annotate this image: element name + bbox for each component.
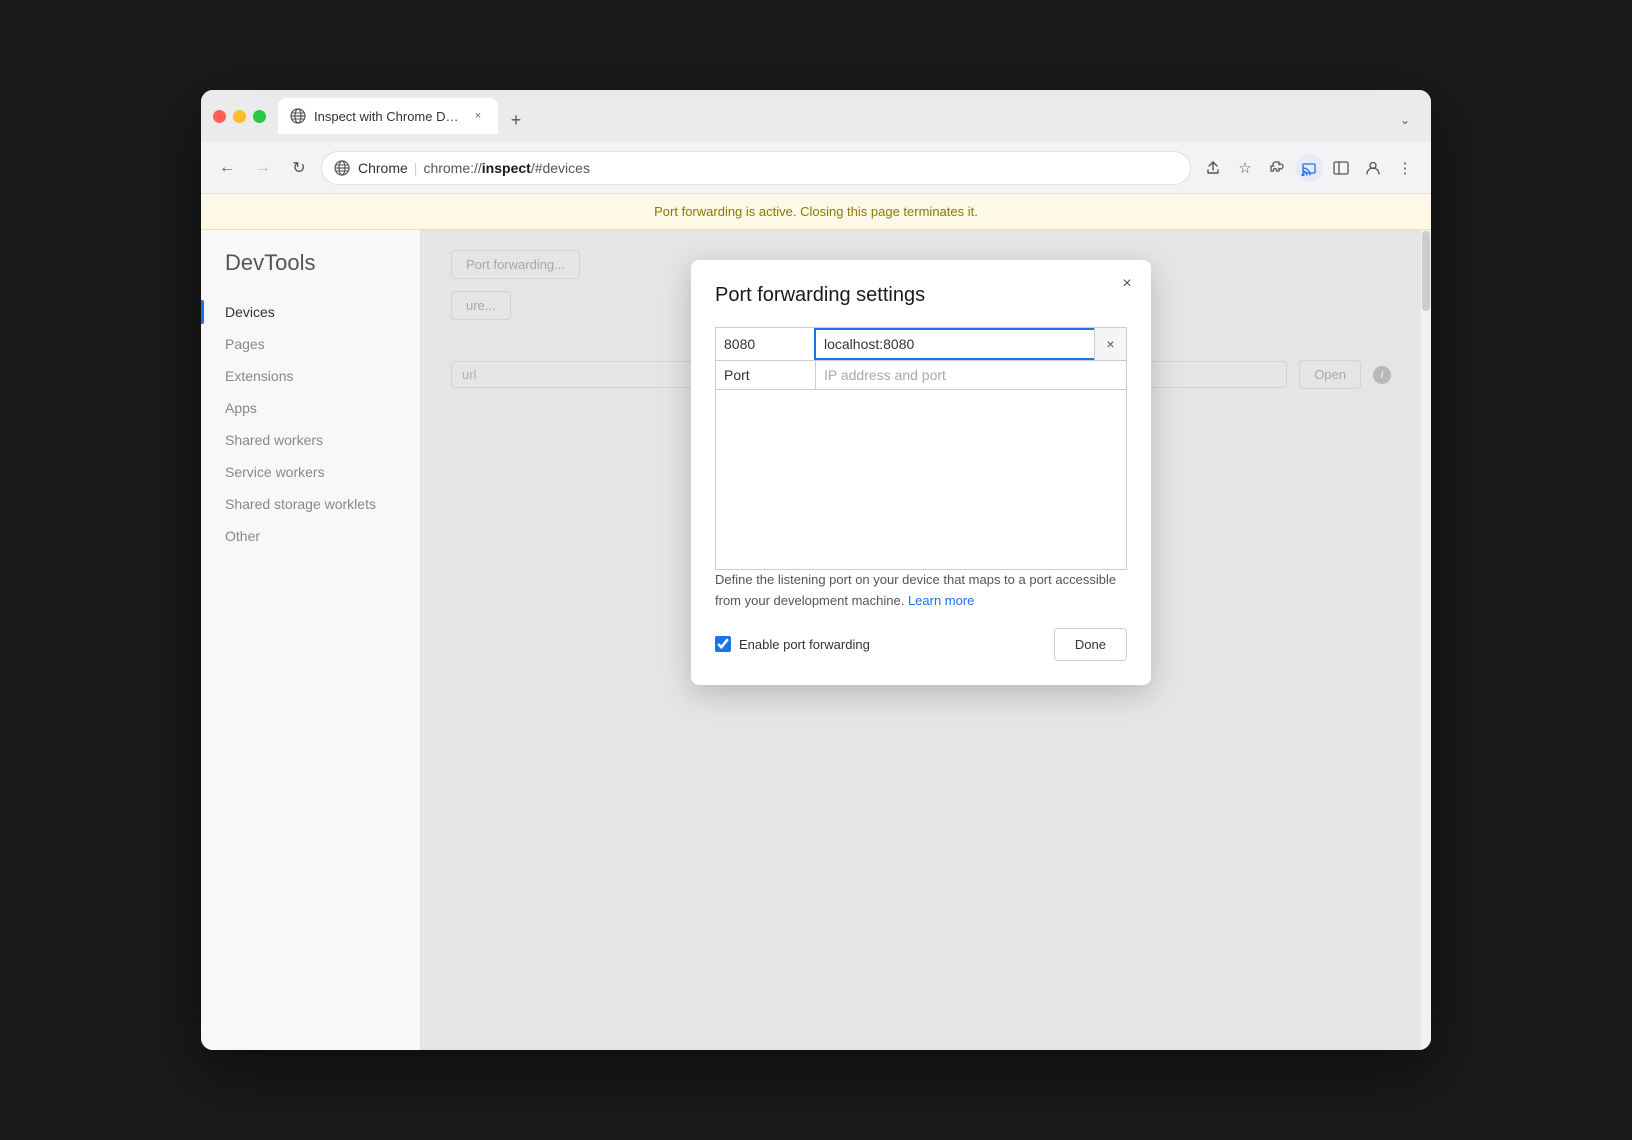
refresh-button[interactable]: ↻ [285,154,313,182]
scrollbar[interactable] [1421,230,1431,1050]
port-forwarding-modal: × Port forwarding settings 8080 × [691,260,1151,685]
modal-overlay: × Port forwarding settings 8080 × [421,230,1421,1050]
address-path: /#devices [531,160,590,176]
sidebar-item-devices[interactable]: Devices [201,296,420,328]
modal-description: Define the listening port on your device… [715,570,1127,612]
back-button[interactable]: ← [213,154,241,182]
navigation-bar: ← → ↻ Chrome | chrome://inspect/#devices [201,142,1431,194]
sidebar-item-service-workers[interactable]: Service workers [201,456,420,488]
forward-button[interactable]: → [249,154,277,182]
checkbox-label-text: Enable port forwarding [739,637,870,652]
scrollbar-thumb[interactable] [1422,231,1430,311]
sidebar-item-extensions[interactable]: Extensions [201,360,420,392]
modal-close-button[interactable]: × [1115,272,1139,296]
address-scheme: chrome:// [423,160,481,176]
bookmark-button[interactable]: ☆ [1231,154,1259,182]
address-bar[interactable]: Chrome | chrome://inspect/#devices [321,151,1191,185]
tab-close-button[interactable]: × [470,108,486,124]
sidebar-item-shared-storage-worklets[interactable]: Shared storage worklets [201,488,420,520]
profile-button[interactable] [1359,154,1387,182]
page-content: Port forwarding... ure... Open i × Port [421,230,1421,1050]
sidebar-item-other[interactable]: Other [201,520,420,552]
title-bar: Inspect with Chrome Develope × + ⌄ [201,90,1431,142]
address-host: inspect [482,160,531,176]
sidebar: DevTools Devices Pages Extensions Apps S… [201,230,421,1050]
tab-bar: Inspect with Chrome Develope × + ⌄ [278,98,1419,134]
enable-port-forwarding-checkbox[interactable] [715,636,731,652]
new-tab-button[interactable]: + [502,106,530,134]
port-forwarding-table: 8080 × Port IP address and port [715,327,1127,570]
cast-button[interactable] [1295,154,1323,182]
main-content: DevTools Devices Pages Extensions Apps S… [201,230,1431,1050]
enable-port-forwarding-label[interactable]: Enable port forwarding [715,636,870,652]
pf-port-header: Port [716,361,816,389]
pf-address-cell [816,330,1094,358]
address-text: Chrome | chrome://inspect/#devices [358,160,590,176]
pf-address-header: IP address and port [816,361,1126,389]
sidebar-item-shared-workers[interactable]: Shared workers [201,424,420,456]
address-favicon-icon [334,160,350,176]
sidebar-nav: Devices Pages Extensions Apps Shared wor… [201,296,420,552]
address-site-name: Chrome [358,160,408,176]
learn-more-link[interactable]: Learn more [908,593,974,608]
menu-button[interactable]: ⋮ [1391,154,1419,182]
done-button[interactable]: Done [1054,628,1127,661]
traffic-lights [213,110,266,123]
sidebar-title: DevTools [201,250,420,296]
browser-window: Inspect with Chrome Develope × + ⌄ ← → ↻… [201,90,1431,1050]
info-bar-message: Port forwarding is active. Closing this … [654,204,978,219]
sidebar-toggle-button[interactable] [1327,154,1355,182]
modal-title: Port forwarding settings [715,284,1127,307]
pf-address-input[interactable] [816,330,1094,358]
sidebar-item-pages[interactable]: Pages [201,328,420,360]
tab-title: Inspect with Chrome Develope [314,109,462,124]
sidebar-item-apps[interactable]: Apps [201,392,420,424]
minimize-window-button[interactable] [233,110,246,123]
maximize-window-button[interactable] [253,110,266,123]
info-bar: Port forwarding is active. Closing this … [201,194,1431,230]
modal-footer: Enable port forwarding Done [715,628,1127,661]
pf-data-row: 8080 × [715,327,1127,361]
share-button[interactable] [1199,154,1227,182]
pf-port-value: 8080 [716,330,816,358]
close-window-button[interactable] [213,110,226,123]
extensions-button[interactable] [1263,154,1291,182]
pf-empty-area [715,390,1127,570]
pf-delete-button[interactable]: × [1094,328,1126,360]
pf-header-row: Port IP address and port [715,361,1127,390]
active-tab[interactable]: Inspect with Chrome Develope × [278,98,498,134]
nav-icons: ☆ [1199,154,1419,182]
tab-favicon-icon [290,108,306,124]
tab-expand-button[interactable]: ⌄ [1391,106,1419,134]
